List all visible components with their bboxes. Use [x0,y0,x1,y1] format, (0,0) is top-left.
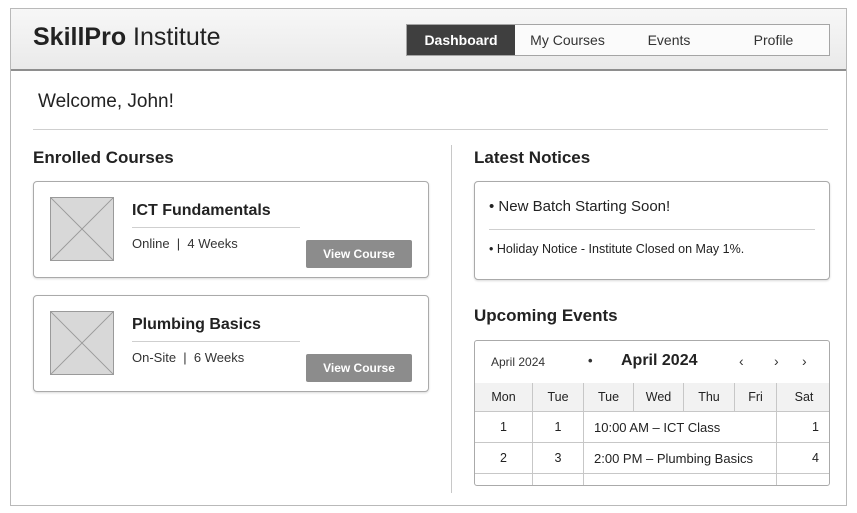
calendar-day[interactable]: 2 [475,443,533,473]
main-nav: Dashboard My Courses Events Profile [406,24,830,56]
weekday-label: Tue [533,383,584,411]
nav-dashboard[interactable]: Dashboard [407,25,515,55]
calendar-day [584,474,777,485]
nav-events[interactable]: Events [620,25,718,55]
course-card: ICT Fundamentals Online | 4 Weeks View C… [33,181,429,278]
column-divider [451,145,452,493]
course-title: Plumbing Basics [132,316,261,333]
view-course-button[interactable]: View Course [306,354,412,382]
course-image-placeholder [50,197,114,261]
calendar-day[interactable]: 4 [777,443,829,473]
notice-item[interactable]: • Holiday Notice - Institute Closed on M… [489,242,744,256]
course-card: Plumbing Basics On-Site | 6 Weeks View C… [33,295,429,392]
divider [132,341,300,342]
calendar-day[interactable]: 1 [533,412,584,442]
divider [33,129,828,130]
calendar-header: April 2024 • April 2024 ‹ › › [475,341,829,384]
upcoming-events-heading: Upcoming Events [474,306,618,325]
latest-notices-heading: Latest Notices [474,148,591,167]
enrolled-courses-heading: Enrolled Courses [33,148,174,167]
calendar-day [533,474,584,485]
notice-item[interactable]: • New Batch Starting Soon! [489,198,670,215]
nav-profile[interactable]: Profile [718,25,829,55]
chevron-left-icon[interactable]: ‹ [739,353,744,369]
brand-logo: SkillPro Institute [33,23,221,51]
course-meta: On-Site | 6 Weeks [132,350,245,365]
weekday-label: Fri [735,383,777,411]
weekday-label: Thu [684,383,735,411]
bullet-icon: • [588,353,593,368]
welcome-message: Welcome, John! [38,91,174,112]
events-calendar: April 2024 • April 2024 ‹ › › Mon Tue Tu… [474,340,830,486]
weekday-label: Sat [794,390,814,404]
calendar-day[interactable]: 3 [533,443,584,473]
calendar-row: 2 3 2:00 PM – Plumbing Basics 4 [475,443,829,474]
calendar-day [777,474,829,485]
app-window: SkillPro Institute Dashboard My Courses … [10,8,847,506]
weekday-label: Wed [634,383,684,411]
chevron-right-icon[interactable]: › [802,353,807,369]
view-course-button[interactable]: View Course [306,240,412,268]
weekday-label: Mon [475,383,533,411]
calendar-day[interactable]: 1 [475,412,533,442]
course-image-placeholder [50,311,114,375]
calendar-event[interactable]: 10:00 AM – ICT Class [584,412,777,442]
calendar-day[interactable]: 1 [777,412,829,442]
divider [132,227,300,228]
calendar-row: 1 1 10:00 AM – ICT Class 1 [475,412,829,443]
nav-my-courses[interactable]: My Courses [515,25,620,55]
calendar-event[interactable]: 2:00 PM – Plumbing Basics [584,443,777,473]
calendar-month-select[interactable]: April 2024 [491,355,545,369]
header-bar: SkillPro Institute Dashboard My Courses … [11,9,846,71]
notices-card: • New Batch Starting Soon! • Holiday Not… [474,181,830,280]
chevron-right-icon[interactable]: › [774,353,779,369]
course-title: ICT Fundamentals [132,202,271,219]
calendar-month-title: April 2024 [621,352,698,369]
course-meta: Online | 4 Weeks [132,236,238,251]
calendar-row [475,474,829,485]
divider [489,229,815,230]
calendar-day [475,474,533,485]
weekday-label: Tue [584,383,634,411]
calendar-weekday-row: Mon Tue Tue Wed Thu Fri Sat [475,383,829,412]
